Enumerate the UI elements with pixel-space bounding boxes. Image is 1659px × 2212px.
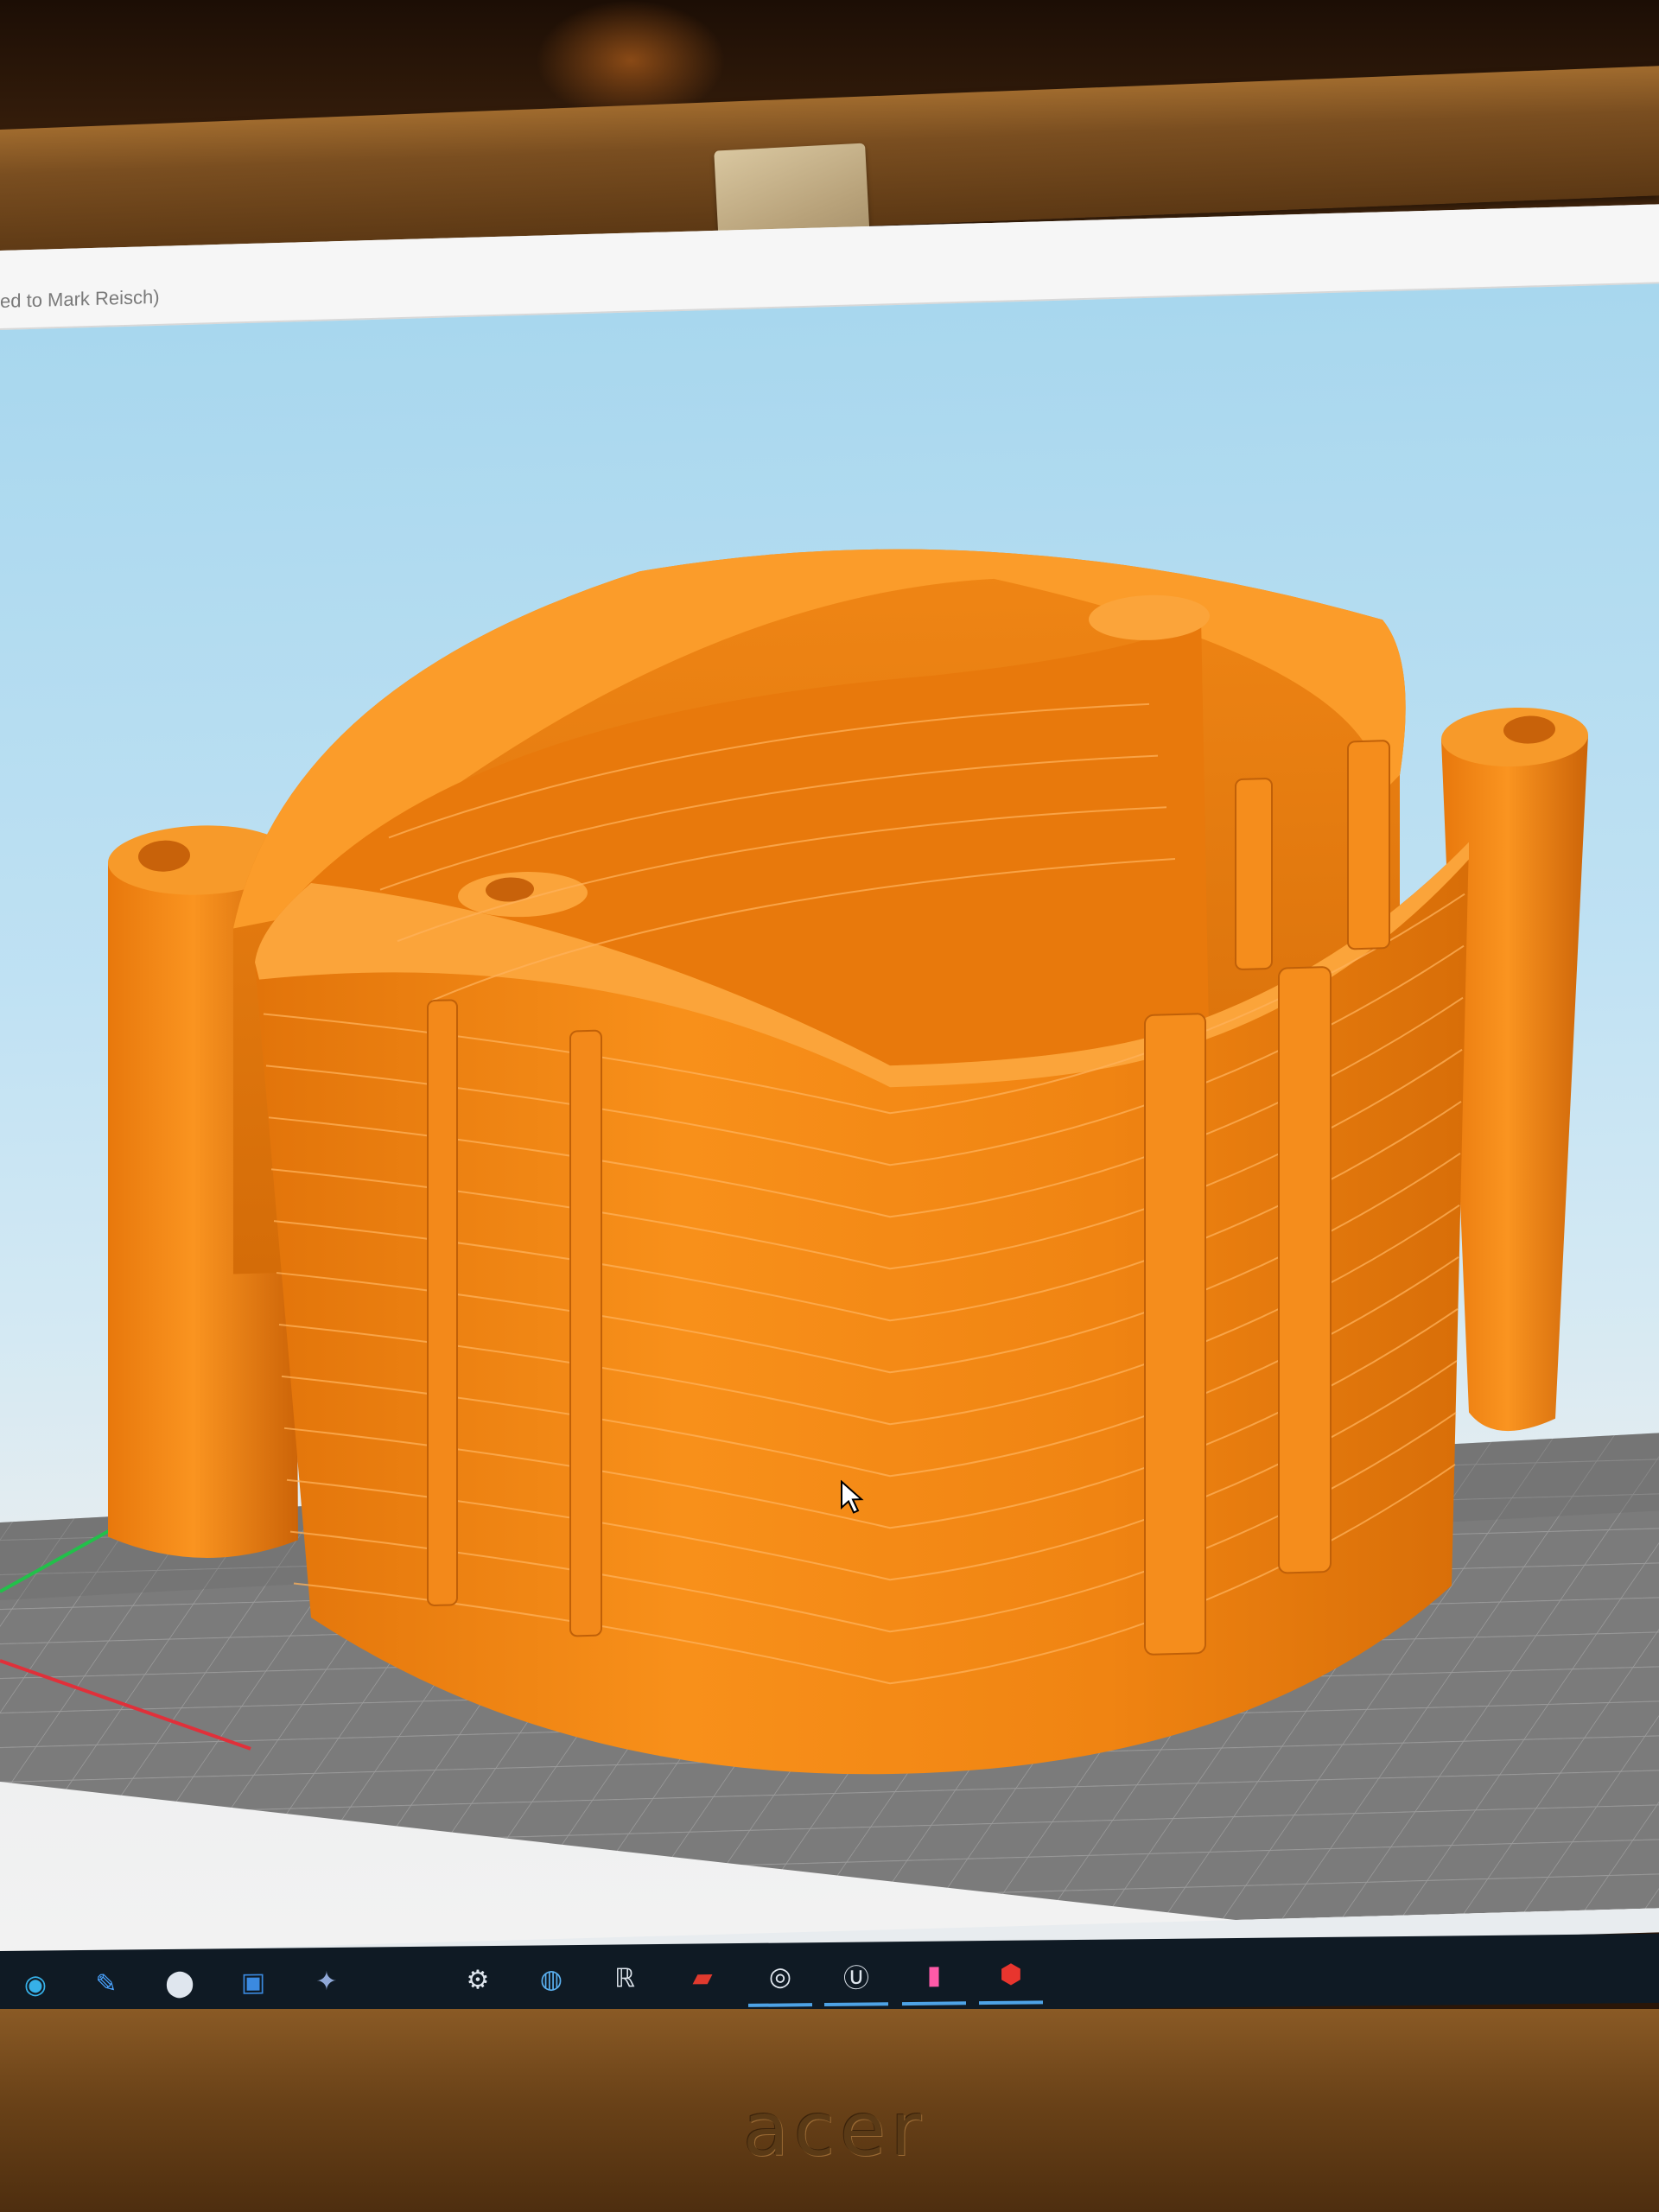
monitor-screen: ed to Mark Reisch) (0, 204, 1659, 1979)
photos-app-icon[interactable]: ✦ (307, 1961, 346, 2001)
window-app-icon[interactable]: ▣ (233, 1962, 273, 2002)
red-app-icon[interactable]: ▰ (683, 1957, 722, 1997)
3d-viewport[interactable] (0, 283, 1659, 1955)
taskbar-active-indicator (902, 2001, 966, 2006)
slicer-scene[interactable] (0, 283, 1659, 1955)
taskbar-active-indicator (748, 2003, 812, 2007)
taskbar-active-indicator (979, 2000, 1043, 2005)
app-r-icon[interactable]: ℝ (605, 1958, 645, 1998)
teeth-column-mid-left (569, 1029, 602, 1637)
mouse-pointer-icon (841, 1479, 864, 1514)
edge-browser-icon[interactable]: ◉ (16, 1964, 55, 2004)
drawing-app-icon[interactable]: ✎ (86, 1963, 126, 2003)
window-title-text: ed to Mark Reisch) (0, 285, 160, 312)
teeth-column-right (1278, 966, 1332, 1574)
globe-icon[interactable]: ◍ (531, 1959, 571, 1999)
monitor-bottom-bezel: acer (0, 2009, 1659, 2212)
teeth-column-left (427, 999, 458, 1606)
monitor-brand-logo: acer (743, 2087, 927, 2173)
settings-gear-icon[interactable]: ⚙ (458, 1960, 498, 1999)
maps-icon[interactable]: ⬤ (160, 1963, 200, 2003)
slicer-app-icon[interactable]: ▮ (914, 1955, 954, 1994)
unreal-engine-icon[interactable]: Ⓤ (836, 1955, 876, 1995)
taskbar-active-indicator (824, 2002, 888, 2007)
round-app-icon[interactable]: ◎ (760, 1956, 800, 1996)
red-hex-app-icon[interactable]: ⬢ (991, 1955, 1031, 1994)
teeth-column-mid-right (1144, 1013, 1206, 1656)
